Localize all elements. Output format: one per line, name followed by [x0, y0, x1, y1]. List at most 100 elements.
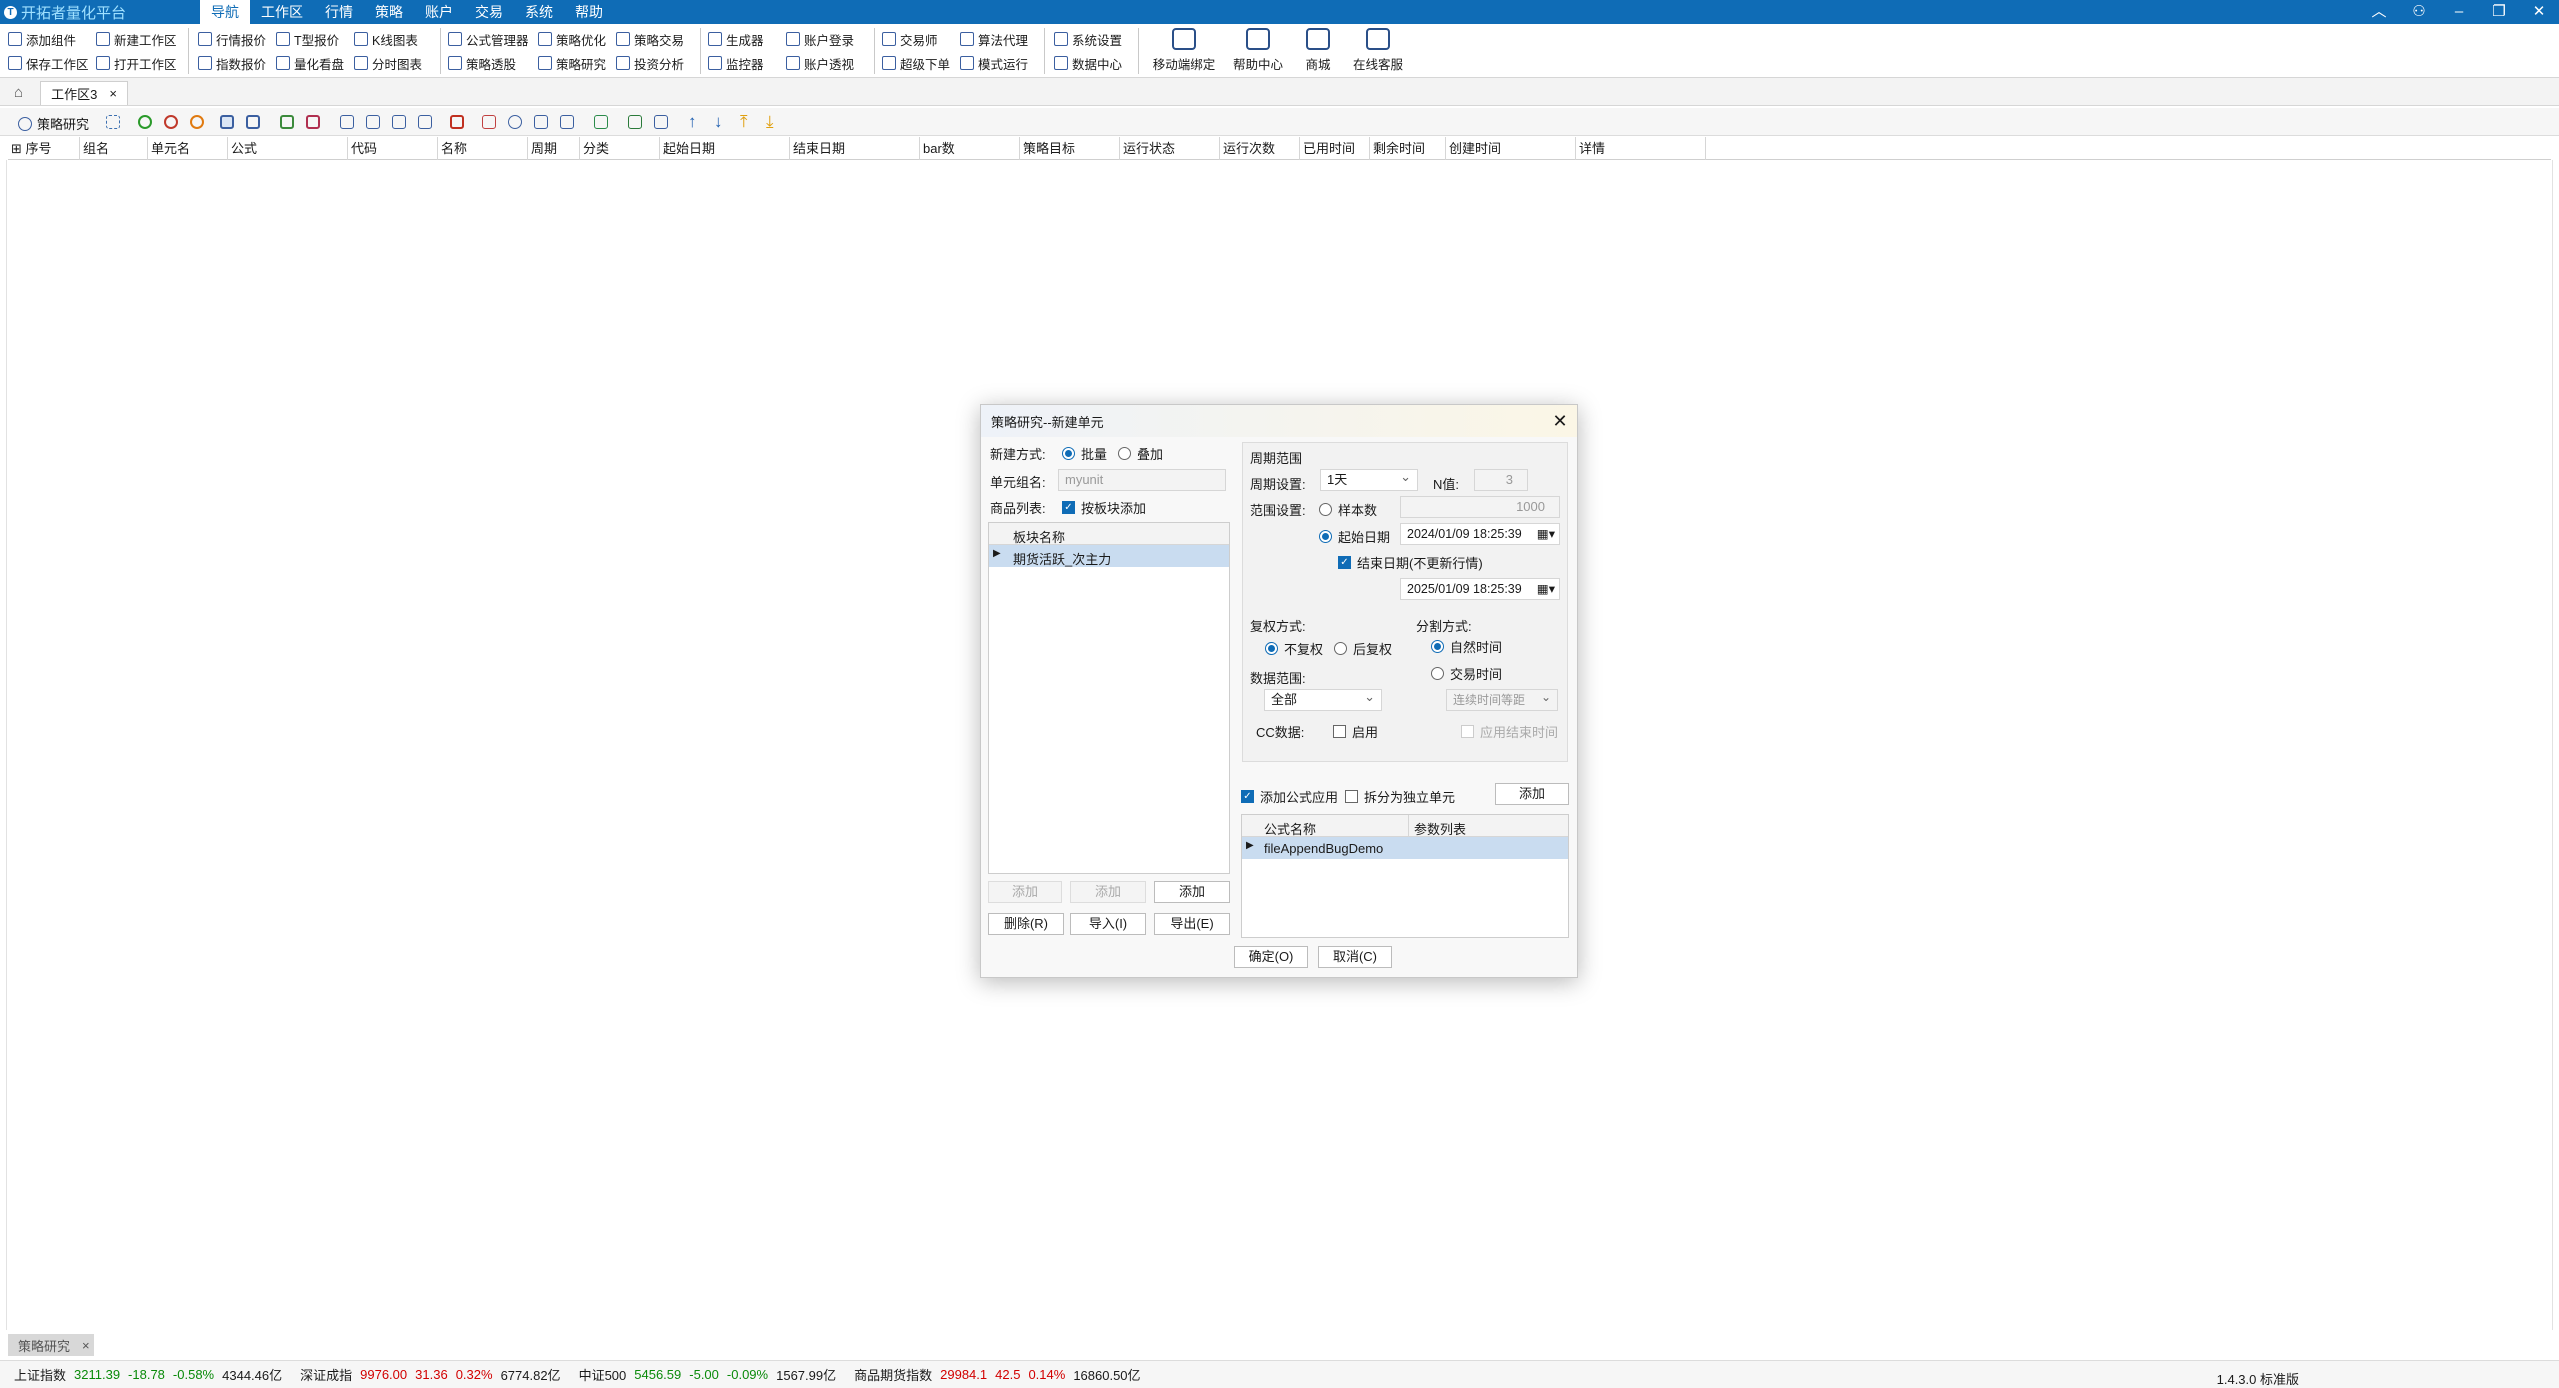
gap-select[interactable]: 连续时间等距 — [1446, 687, 1558, 711]
export-button[interactable]: 导出(E) — [1154, 913, 1230, 935]
ribbon-monitor[interactable]: 监控器 — [708, 52, 764, 74]
copy-icon[interactable] — [560, 115, 574, 129]
restore-button[interactable]: ❐ — [2479, 0, 2519, 24]
ribbon-trader[interactable]: 交易师 — [882, 28, 938, 50]
menu-trade[interactable]: 交易 — [464, 0, 514, 24]
expand-all-icon[interactable]: ⊞ — [11, 141, 22, 156]
move-bottom-icon[interactable]: ⤓ — [766, 112, 780, 131]
link-icon[interactable] — [280, 115, 294, 129]
ribbon-strategy-research[interactable]: 策略研究 — [538, 52, 606, 74]
ribbon-generator[interactable]: 生成器 — [708, 28, 764, 50]
import-button[interactable]: 导入(I) — [1070, 913, 1146, 935]
split-trade-radio[interactable]: 交易时间 — [1431, 664, 1502, 683]
cancel-button[interactable]: 取消(C) — [1318, 946, 1392, 968]
menu-workspace[interactable]: 工作区 — [250, 0, 314, 24]
col-end-date[interactable]: 结束日期 — [790, 137, 920, 160]
ribbon-system-settings[interactable]: 系统设置 — [1054, 28, 1122, 50]
close-icon[interactable]: × — [82, 1338, 90, 1353]
ribbon-quant-board[interactable]: 量化看盘 — [276, 52, 344, 74]
ribbon-super-order[interactable]: 超级下单 — [882, 52, 950, 74]
dialog-close-button[interactable]: ✕ — [1543, 411, 1577, 432]
ribbon-index-quote[interactable]: 指数报价 — [198, 52, 266, 74]
ribbon-quote-list[interactable]: 行情报价 — [198, 28, 266, 50]
unlink-icon[interactable] — [306, 115, 320, 129]
col-details[interactable]: 详情 — [1576, 137, 1706, 160]
ribbon-data-center[interactable]: 数据中心 — [1054, 52, 1122, 74]
ribbon-save-workspace[interactable]: 保存工作区 — [8, 52, 89, 74]
ribbon-online-service[interactable]: 在线客服 — [1346, 28, 1410, 73]
pen-icon[interactable] — [654, 115, 668, 129]
col-bar-count[interactable]: bar数 — [920, 137, 1020, 160]
col-elapsed[interactable]: 已用时间 — [1300, 137, 1370, 160]
col-unit[interactable]: 单元名 — [148, 137, 228, 160]
add-formula-button[interactable]: 添加 — [1495, 783, 1569, 805]
export-icon[interactable] — [594, 115, 608, 129]
ribbon-add-component[interactable]: 添加组件 — [8, 28, 76, 50]
n-value-input[interactable]: 3 — [1474, 469, 1528, 491]
start-date-input[interactable]: 2024/01/09 18:25:39 ▦▾ — [1400, 523, 1560, 545]
collapse-ribbon-icon[interactable]: ︿ — [2359, 0, 2399, 24]
add-formula-checkbox[interactable]: ✓ 添加公式应用 — [1241, 787, 1338, 806]
ribbon-formula-manager[interactable]: 公式管理器 — [448, 28, 529, 50]
end-date-checkbox[interactable]: ✓ 结束日期(不更新行情) — [1338, 553, 1483, 572]
col-code[interactable]: 代码 — [348, 137, 438, 160]
sample-count-radio[interactable]: 样本数 — [1319, 500, 1377, 519]
col-target[interactable]: 策略目标 — [1020, 137, 1120, 160]
ribbon-store[interactable]: 商城 — [1286, 28, 1350, 73]
col-formula[interactable]: 公式 — [228, 137, 348, 160]
arrow-up-icon[interactable]: ↑ — [688, 112, 702, 131]
bar-chart-icon[interactable] — [450, 115, 464, 129]
group-icon[interactable] — [220, 115, 234, 129]
play-icon[interactable] — [138, 115, 152, 129]
col-period[interactable]: 周期 — [528, 137, 580, 160]
ribbon-account-view[interactable]: 账户透视 — [786, 52, 854, 74]
ok-button[interactable]: 确定(O) — [1234, 946, 1308, 968]
ribbon-open-workspace[interactable]: 打开工作区 — [96, 52, 177, 74]
menu-strategy[interactable]: 策略 — [364, 0, 414, 24]
ribbon-strategy-pick[interactable]: 策略透股 — [448, 52, 516, 74]
split-natural-radio[interactable]: 自然时间 — [1431, 637, 1502, 656]
ribbon-new-workspace[interactable]: 新建工作区 — [96, 28, 177, 50]
mode-stack-radio[interactable]: 叠加 — [1118, 444, 1163, 463]
col-run-count[interactable]: 运行次数 — [1220, 137, 1300, 160]
ribbon-kline-chart[interactable]: K线图表 — [354, 28, 418, 50]
col-group[interactable]: 组名 — [80, 137, 148, 160]
bottom-tab[interactable]: 策略研究 × — [8, 1334, 94, 1356]
ribbon-timeshare-chart[interactable]: 分时图表 — [354, 52, 422, 74]
move-top-icon[interactable]: ⤒ — [740, 112, 754, 131]
ribbon-mobile-bind[interactable]: 移动端绑定 — [1152, 28, 1216, 73]
menu-nav[interactable]: 导航 — [200, 0, 250, 24]
calendar-icon[interactable]: ▦▾ — [1537, 579, 1555, 599]
calendar-icon[interactable]: ▦▾ — [1537, 524, 1555, 544]
block-row[interactable]: ▶ 期货活跃_次主力 — [989, 545, 1229, 567]
start-date-radio[interactable]: 起始日期 — [1319, 527, 1390, 546]
cc-enable-checkbox[interactable]: 启用 — [1333, 722, 1378, 741]
line-chart-icon[interactable] — [392, 115, 406, 129]
col-created[interactable]: 创建时间 — [1446, 137, 1576, 160]
add-block-button[interactable]: 添加 — [1154, 881, 1230, 903]
cancel-icon[interactable] — [190, 115, 204, 129]
ribbon-account-login[interactable]: 账户登录 — [786, 28, 854, 50]
menu-quotes[interactable]: 行情 — [314, 0, 364, 24]
options-icon[interactable] — [508, 115, 522, 129]
ribbon-help-center[interactable]: 帮助中心 — [1226, 28, 1290, 73]
stop-icon[interactable] — [164, 115, 178, 129]
mode-batch-radio[interactable]: 批量 — [1062, 444, 1107, 463]
sample-count-input[interactable]: 1000 — [1400, 496, 1560, 518]
split-unit-checkbox[interactable]: 拆分为独立单元 — [1345, 787, 1455, 806]
col-run-status[interactable]: 运行状态 — [1120, 137, 1220, 160]
document-icon[interactable] — [482, 115, 496, 129]
close-window-button[interactable]: ✕ — [2519, 0, 2559, 24]
by-block-checkbox[interactable]: ✓ 按板块添加 — [1062, 498, 1146, 517]
adjust-back-radio[interactable]: 后复权 — [1334, 639, 1392, 658]
close-icon[interactable]: × — [109, 86, 117, 101]
menu-account[interactable]: 账户 — [414, 0, 464, 24]
delete-button[interactable]: 删除(R) — [988, 913, 1064, 935]
row-expand-icon[interactable]: ▶ — [993, 548, 1001, 559]
user-icon[interactable]: ⚇ — [2399, 0, 2439, 24]
col-index[interactable]: ⊞ 序号 — [8, 137, 80, 160]
menu-help[interactable]: 帮助 — [564, 0, 614, 24]
ribbon-algo-agent[interactable]: 算法代理 — [960, 28, 1028, 50]
loading-icon[interactable] — [106, 115, 120, 129]
workspace-tab[interactable]: 工作区3 × — [40, 81, 128, 105]
